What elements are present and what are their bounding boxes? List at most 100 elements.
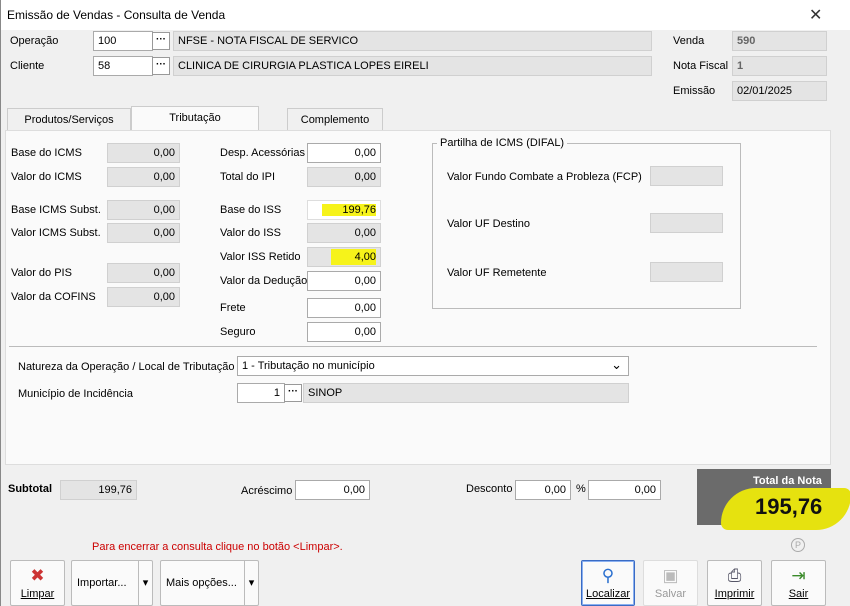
difal-group-title: Partilha de ICMS (DIFAL) [437, 137, 568, 149]
municipio-name: SINOP [303, 383, 629, 403]
emissao-value: 02/01/2025 [732, 81, 827, 101]
importar-button[interactable]: Importar... ▾ [71, 560, 153, 606]
natureza-label: Natureza da Operação / Local de Tributaç… [18, 361, 235, 373]
importar-label: Importar... [77, 577, 127, 589]
chevron-down-icon: ⌄ [611, 357, 622, 372]
valor-icms-subst-label: Valor ICMS Subst. [11, 227, 101, 239]
valor-iss-label: Valor do ISS [220, 227, 281, 239]
limpar-button[interactable]: ✖ Limpar [10, 560, 65, 606]
cliente-description: CLINICA DE CIRURGIA PLASTICA LOPES EIREL… [173, 56, 652, 76]
operacao-lookup-button[interactable]: ··· [152, 32, 170, 50]
subtotal-label: Subtotal [8, 483, 52, 495]
operacao-label: Operação [10, 35, 59, 47]
fcp-value [650, 166, 723, 186]
total-nota-value: 195,76 [755, 494, 823, 519]
footer-message: Para encerrar a consulta clique no botão… [92, 541, 343, 553]
desconto-input[interactable]: 0,00 [515, 480, 571, 500]
valor-pis-label: Valor do PIS [11, 267, 72, 279]
imprimir-button[interactable]: ⎙ Imprimir [707, 560, 762, 606]
natureza-select[interactable]: 1 - Tributação no município ⌄ [237, 356, 629, 376]
total-ipi-value: 0,00 [307, 167, 381, 187]
uf-destino-value [650, 213, 723, 233]
save-icon: ▣ [662, 566, 679, 585]
valor-iss-retido-label: Valor ISS Retido [220, 251, 301, 263]
base-iss-value: 199,76 [322, 204, 376, 216]
valor-iss-retido-input: 4,00 [307, 247, 381, 267]
operacao-description: NFSE - NOTA FISCAL DE SERVICO [173, 31, 652, 51]
sair-label: Sair [788, 588, 809, 600]
desconto-percent-input[interactable]: 0,00 [588, 480, 661, 500]
printer-icon: ⎙ [727, 566, 742, 585]
seguro-input[interactable]: 0,00 [307, 322, 381, 342]
valor-iss-retido-value: 4,00 [330, 249, 376, 265]
desconto-label: Desconto [466, 483, 513, 495]
acrescimo-label: Acréscimo [241, 485, 293, 497]
mais-opcoes-dropdown-icon[interactable]: ▾ [244, 561, 258, 605]
valor-iss-value: 0,00 [307, 223, 381, 243]
nota-fiscal-label: Nota Fiscal [673, 60, 729, 72]
clear-document-icon: ✖ [30, 566, 45, 585]
base-icms-subst-label: Base ICMS Subst. [11, 204, 101, 216]
cliente-label: Cliente [10, 60, 45, 72]
valor-icms-label: Valor do ICMS [11, 171, 82, 183]
base-iss-label: Base do ISS [220, 204, 282, 216]
valor-deducao-input[interactable]: 0,00 [307, 271, 381, 291]
uf-remetente-label: Valor UF Remetente [447, 267, 547, 279]
title-bar: Emissão de Vendas - Consulta de Venda ✕ [1, 0, 850, 30]
fcp-label: Valor Fundo Combate a Probleza (FCP) [447, 171, 642, 183]
municipio-code-input[interactable]: 1 [237, 383, 285, 403]
mais-opcoes-label: Mais opções... [166, 577, 237, 589]
municipio-lookup-button[interactable]: ··· [284, 384, 302, 402]
cliente-lookup-button[interactable]: ··· [152, 57, 170, 75]
cliente-code-input[interactable]: 58 [93, 56, 153, 76]
localizar-label: Localizar [585, 588, 631, 600]
tab-produtos-servicos[interactable]: Produtos/Serviços [7, 108, 131, 130]
operacao-code-input[interactable]: 100 [93, 31, 153, 51]
importar-dropdown-icon[interactable]: ▾ [138, 561, 152, 605]
venda-label: Venda [673, 35, 705, 47]
close-icon[interactable]: ✕ [809, 5, 822, 25]
base-icms-label: Base do ICMS [11, 147, 82, 159]
frete-input[interactable]: 0,00 [307, 298, 381, 318]
localizar-button[interactable]: ⚲ Localizar [581, 560, 635, 606]
search-icon: ⚲ [601, 566, 615, 585]
base-iss-input[interactable]: 199,76 [307, 200, 381, 220]
emissao-label: Emissão [673, 85, 716, 97]
subtotal-value: 199,76 [60, 480, 137, 500]
sair-button[interactable]: ⇥ Sair [771, 560, 826, 606]
municipio-label: Município de Incidência [18, 388, 133, 400]
acrescimo-input[interactable]: 0,00 [295, 480, 370, 500]
desp-acessorias-input[interactable]: 0,00 [307, 143, 381, 163]
window: Emissão de Vendas - Consulta de Venda ✕ … [0, 0, 850, 606]
window-title: Emissão de Vendas - Consulta de Venda [7, 8, 226, 22]
tab-complemento[interactable]: Complemento [287, 108, 383, 130]
exit-door-icon: ⇥ [791, 566, 806, 585]
base-icms-value: 0,00 [107, 143, 180, 163]
total-ipi-label: Total do IPI [220, 171, 276, 183]
venda-value: 590 [732, 31, 827, 51]
salvar-button[interactable]: ▣ Salvar [643, 560, 698, 606]
base-icms-subst-value: 0,00 [107, 200, 180, 220]
desp-acessorias-label: Desp. Acessórias [220, 147, 305, 159]
valor-icms-value: 0,00 [107, 167, 180, 187]
valor-pis-value: 0,00 [107, 263, 180, 283]
frete-label: Frete [220, 302, 246, 314]
mais-opcoes-button[interactable]: Mais opções... ▾ [160, 560, 259, 606]
tab-tributacao[interactable]: Tributação [131, 106, 259, 131]
p-icon: P [791, 538, 805, 552]
salvar-label: Salvar [654, 588, 687, 600]
nota-fiscal-value: 1 [732, 56, 827, 76]
uf-destino-label: Valor UF Destino [447, 218, 530, 230]
valor-deducao-label: Valor da Dedução [220, 275, 308, 287]
total-nota-label: Total da Nota [753, 475, 822, 487]
limpar-label: Limpar [20, 588, 55, 600]
uf-remetente-value [650, 262, 723, 282]
natureza-value: 1 - Tributação no município [242, 360, 375, 372]
valor-cofins-value: 0,00 [107, 287, 180, 307]
imprimir-label: Imprimir [714, 588, 755, 600]
divider [9, 346, 817, 347]
seguro-label: Seguro [220, 326, 256, 338]
valor-cofins-label: Valor da COFINS [11, 291, 96, 303]
valor-icms-subst-value: 0,00 [107, 223, 180, 243]
percent-sign: % [576, 483, 586, 495]
